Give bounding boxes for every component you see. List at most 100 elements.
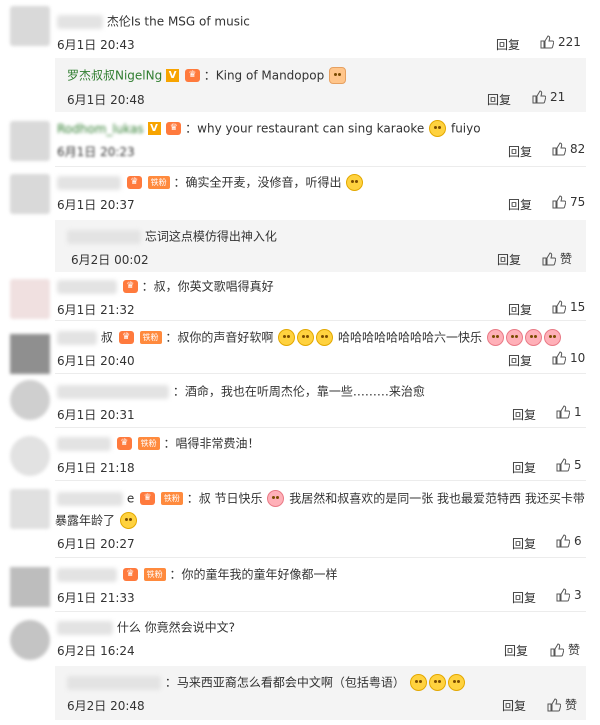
like-button[interactable]: 3 bbox=[556, 588, 582, 602]
comment-time: 6月1日 20:48 bbox=[67, 93, 145, 107]
thumbs-up-icon bbox=[532, 90, 546, 104]
fan-badge: 铁粉 bbox=[137, 437, 160, 450]
comment-body: ：酒命，我也在听周杰伦，靠一些………来治愈 bbox=[172, 384, 425, 399]
thumbs-up-icon bbox=[540, 35, 554, 49]
like-button[interactable]: 6 bbox=[556, 534, 582, 548]
reply-button[interactable]: 回复 bbox=[512, 535, 536, 552]
avatar[interactable] bbox=[10, 380, 50, 420]
reply-button[interactable]: 回复 bbox=[496, 36, 520, 53]
comment-item: ♛ ：叔，你英文歌唱得真好 6月1日 21:32 回复 15 bbox=[0, 275, 600, 323]
like-count: 赞 bbox=[565, 698, 578, 712]
reply-button[interactable]: 回复 bbox=[512, 459, 536, 476]
reply-button[interactable]: 回复 bbox=[487, 91, 511, 108]
comment-item: ♛ 铁粉 ：唱得非常费油！ 6月1日 21:18 回复 5 bbox=[0, 432, 600, 482]
username-blurred[interactable] bbox=[57, 491, 123, 506]
thumbs-up-icon bbox=[542, 251, 556, 266]
comment-time: 6月2日 16:24 bbox=[57, 644, 135, 658]
username-blurred[interactable] bbox=[57, 567, 117, 582]
comment-time: 6月1日 21:32 bbox=[57, 303, 135, 317]
celebrate-emoji bbox=[505, 329, 523, 346]
avatar[interactable] bbox=[10, 436, 50, 476]
username-blurred[interactable] bbox=[67, 229, 141, 244]
like-button[interactable]: 10 bbox=[552, 351, 585, 365]
comment-body: ：确实全开麦，没修音，听得出 bbox=[173, 175, 342, 190]
like-count: 6 bbox=[574, 534, 582, 548]
comment-time: 6月1日 20:23 bbox=[57, 145, 135, 159]
fan-badge: 铁粉 bbox=[143, 568, 166, 581]
avatar[interactable] bbox=[10, 174, 50, 214]
doge-emoji bbox=[316, 329, 334, 346]
thumbs-up-icon bbox=[552, 300, 566, 314]
reply-button[interactable]: 回复 bbox=[508, 301, 532, 318]
avatar[interactable] bbox=[10, 279, 50, 319]
username-blurred[interactable] bbox=[57, 279, 117, 294]
username-blurred[interactable] bbox=[57, 14, 103, 29]
username[interactable]: 罗杰叔叔NigelNg bbox=[67, 69, 162, 83]
like-count: 15 bbox=[570, 300, 586, 314]
comment-text: Rodhom_lukas V ♛ ：why your restaurant ca… bbox=[57, 117, 570, 140]
username-blurred[interactable] bbox=[57, 620, 113, 635]
like-button[interactable]: 82 bbox=[552, 142, 585, 156]
reply-button[interactable]: 回复 bbox=[508, 196, 532, 213]
reply-button[interactable]: 回复 bbox=[512, 406, 536, 423]
reply-button[interactable]: 回复 bbox=[502, 697, 526, 714]
comment-text: 罗杰叔叔NigelNg V ♛ ：King of Mandopop bbox=[67, 64, 576, 87]
like-button[interactable]: 赞 bbox=[542, 250, 572, 267]
like-button[interactable]: 221 bbox=[540, 35, 581, 49]
like-button[interactable]: 21 bbox=[532, 90, 565, 104]
like-button[interactable]: 赞 bbox=[550, 641, 580, 658]
comment-time: 6月1日 20:37 bbox=[57, 198, 135, 212]
comment-body: ：why your restaurant can sing karaoke bbox=[185, 121, 425, 136]
avatar[interactable] bbox=[10, 567, 50, 607]
member-badge: ♛ bbox=[122, 568, 138, 581]
avatar[interactable] bbox=[10, 121, 50, 161]
comment-time: 6月2日 20:48 bbox=[67, 699, 145, 713]
divider bbox=[55, 373, 586, 374]
fan-badge: 铁粉 bbox=[160, 492, 183, 505]
comment-text: ：马来西亚裔怎么看都会中文啊（包括粤语） bbox=[67, 671, 576, 694]
comment-text: 杰伦Is the MSG of music bbox=[57, 10, 570, 33]
username-tail: 叔 bbox=[100, 330, 113, 345]
like-count: 75 bbox=[570, 195, 586, 209]
comment-text: e ♛ 铁粉 ：叔 节日快乐 我居然和叔喜欢的是同一张 我也最爱范特西 我还买卡… bbox=[57, 487, 585, 510]
reply-button[interactable]: 回复 bbox=[508, 143, 532, 160]
doge-emoji bbox=[409, 674, 427, 691]
username-blurred[interactable] bbox=[57, 175, 121, 190]
username-blurred[interactable] bbox=[57, 384, 169, 399]
like-count: 赞 bbox=[560, 252, 573, 266]
like-button[interactable]: 75 bbox=[552, 195, 585, 209]
comment-text: ♛ ：叔，你英文歌唱得真好 bbox=[57, 275, 570, 298]
avatar[interactable] bbox=[10, 489, 50, 529]
celebrate-emoji bbox=[543, 329, 561, 346]
divider bbox=[55, 320, 586, 321]
username-blurred[interactable] bbox=[57, 330, 97, 345]
username-blurred[interactable] bbox=[67, 675, 161, 690]
avatar[interactable] bbox=[10, 620, 50, 660]
like-button[interactable]: 15 bbox=[552, 300, 585, 314]
like-count: 221 bbox=[558, 35, 581, 49]
username[interactable]: Rodhom_lukas bbox=[57, 122, 144, 136]
avatar[interactable] bbox=[10, 6, 50, 46]
like-button[interactable]: 5 bbox=[556, 458, 582, 472]
like-button[interactable]: 1 bbox=[556, 405, 582, 419]
celebrate-emoji bbox=[524, 329, 542, 346]
comment-time: 6月1日 20:31 bbox=[57, 408, 135, 422]
comment-body: ：叔你的声音好软啊 bbox=[165, 330, 274, 345]
thumbs-up-icon bbox=[552, 142, 566, 156]
reply-button[interactable]: 回复 bbox=[497, 251, 521, 268]
avatar[interactable] bbox=[10, 334, 50, 374]
divider bbox=[55, 480, 586, 481]
comment-body: ：叔 节日快乐 bbox=[186, 491, 263, 506]
comment-body: ：唱得非常费油！ bbox=[163, 436, 260, 451]
reply-button[interactable]: 回复 bbox=[508, 352, 532, 369]
comment-body-tail: fuiyo bbox=[450, 121, 481, 136]
thumbs-up-icon bbox=[556, 534, 570, 548]
username-blurred[interactable] bbox=[57, 436, 111, 451]
reply-button[interactable]: 回复 bbox=[504, 642, 528, 659]
like-count: 21 bbox=[550, 90, 566, 104]
laugh-cry-emoji bbox=[119, 512, 137, 529]
divider bbox=[55, 427, 586, 428]
like-count: 5 bbox=[574, 458, 582, 472]
reply-button[interactable]: 回复 bbox=[512, 589, 536, 606]
like-button[interactable]: 赞 bbox=[547, 696, 577, 713]
